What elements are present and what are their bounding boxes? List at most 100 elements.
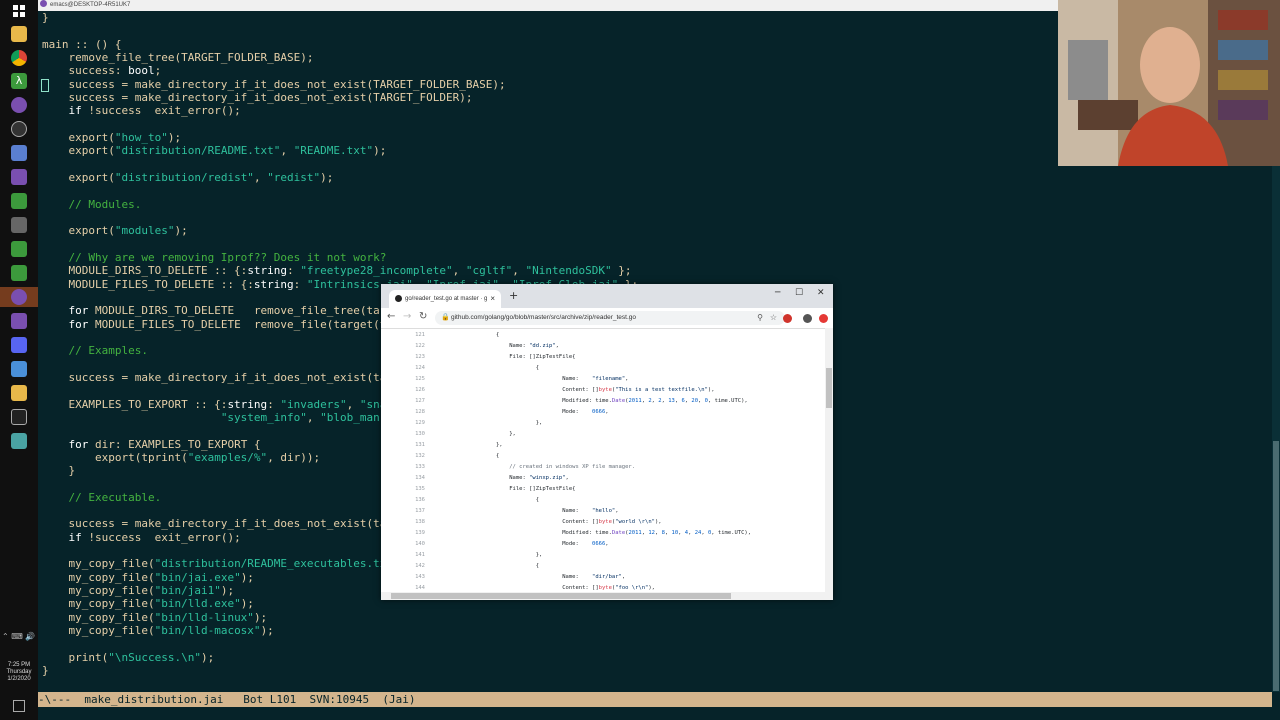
- github-code-token: {: [443, 497, 540, 503]
- bookmark-star-icon[interactable]: ☆: [770, 311, 777, 325]
- browser-scrollbar-thumb[interactable]: [826, 368, 832, 408]
- minimize-icon[interactable]: ─: [775, 288, 780, 298]
- windows-start-icon[interactable]: [11, 4, 27, 20]
- maximize-icon[interactable]: ☐: [795, 288, 803, 298]
- spreadsheet-icon[interactable]: [11, 265, 27, 281]
- line-number[interactable]: 143: [381, 572, 425, 583]
- github-code-token: Name:: [443, 343, 530, 349]
- browser-horizontal-scrollbar[interactable]: [381, 592, 825, 600]
- line-number[interactable]: 133: [381, 462, 425, 473]
- code-token: "cgltf": [465, 264, 513, 278]
- code-line: success = make_directory_if_it_does_not_…: [42, 78, 1142, 91]
- github-code-token: Name:: [443, 475, 530, 481]
- line-number[interactable]: 122: [381, 341, 425, 352]
- back-icon[interactable]: ←: [387, 311, 395, 322]
- github-code-row: 142 {: [381, 561, 539, 572]
- line-number[interactable]: 134: [381, 473, 425, 484]
- code-token: );: [240, 597, 254, 611]
- line-number[interactable]: 135: [381, 484, 425, 495]
- notification-icon[interactable]: [13, 700, 25, 712]
- line-number[interactable]: 126: [381, 385, 425, 396]
- update-icon[interactable]: [819, 314, 828, 323]
- github-code-row: 125 Name: "filename",: [381, 374, 628, 385]
- zoom-icon[interactable]: ⚲: [757, 311, 763, 325]
- discord-icon[interactable]: [11, 337, 27, 353]
- github-code-token: 0666: [592, 409, 606, 415]
- github-code-row: 139 Modified: time.Date(2011, 12, 8, 10,…: [381, 528, 751, 539]
- close-window-icon[interactable]: ✕: [817, 288, 825, 298]
- line-number[interactable]: 139: [381, 528, 425, 539]
- code-token: "how_to": [114, 130, 168, 144]
- code-token: );: [253, 610, 268, 624]
- terminal-icon[interactable]: [11, 241, 27, 257]
- file-explorer-icon[interactable]: [11, 26, 27, 42]
- code-token: "redist": [267, 170, 321, 184]
- code-line: success: bool;: [42, 64, 1142, 77]
- editor-scrollbar-thumb[interactable]: [1273, 441, 1279, 691]
- code-line: export("distribution/README.txt", "READM…: [42, 144, 1142, 157]
- profile-avatar[interactable]: [803, 314, 812, 323]
- line-number[interactable]: 138: [381, 517, 425, 528]
- code-token: if: [68, 530, 82, 544]
- window-app-icon[interactable]: [11, 409, 27, 425]
- line-number[interactable]: 137: [381, 506, 425, 517]
- line-number[interactable]: 130: [381, 429, 425, 440]
- line-number[interactable]: 142: [381, 561, 425, 572]
- line-number[interactable]: 144: [381, 583, 425, 590]
- new-tab-button[interactable]: +: [509, 289, 518, 302]
- tool-icon[interactable]: [11, 145, 27, 161]
- app-icon[interactable]: [11, 433, 27, 449]
- browser-scrollbar[interactable]: [825, 328, 833, 600]
- github-code-token: ,: [605, 541, 609, 547]
- github-code-token: ,: [555, 343, 559, 349]
- code-line: main :: () {: [42, 38, 1142, 51]
- chrome-window[interactable]: go/reader_test.go at master · gol × + ─ …: [381, 284, 833, 600]
- reload-icon[interactable]: ↻: [419, 311, 427, 322]
- code-token: // Executable.: [42, 490, 162, 504]
- cube-app-icon[interactable]: [11, 361, 27, 377]
- line-number[interactable]: 136: [381, 495, 425, 506]
- address-bar[interactable]: 🔒 github.com/golang/go/blob/master/src/a…: [435, 311, 785, 325]
- chrome-icon[interactable]: [11, 50, 27, 66]
- taskbar-clock[interactable]: 7:25 PM Thursday 1/2/2020: [0, 662, 38, 683]
- github-code-token: 0666: [592, 541, 606, 547]
- github-code-token: "dd.zip": [529, 343, 556, 349]
- line-number[interactable]: 141: [381, 550, 425, 561]
- obs-icon[interactable]: [11, 121, 27, 137]
- line-number[interactable]: 140: [381, 539, 425, 550]
- github-code-token: "dir/bar": [592, 574, 622, 580]
- emacs-active-icon[interactable]: [11, 289, 27, 305]
- github-code-token: ,: [621, 574, 626, 580]
- line-number[interactable]: 124: [381, 363, 425, 374]
- line-number[interactable]: 123: [381, 352, 425, 363]
- search-app-icon[interactable]: [11, 193, 27, 209]
- github-code-row: 137 Name: "hello",: [381, 506, 618, 517]
- line-number[interactable]: 128: [381, 407, 425, 418]
- visual-studio-2-icon[interactable]: [11, 313, 27, 329]
- line-number[interactable]: 131: [381, 440, 425, 451]
- github-code-token: Date: [611, 530, 626, 536]
- browser-horizontal-thumb[interactable]: [391, 593, 731, 599]
- lambda-app-icon[interactable]: λ: [11, 73, 27, 89]
- line-number[interactable]: 121: [381, 330, 425, 341]
- line-number[interactable]: 125: [381, 374, 425, 385]
- close-tab-icon[interactable]: ×: [490, 290, 495, 308]
- line-number[interactable]: 132: [381, 451, 425, 462]
- github-code-token: ,: [688, 530, 695, 536]
- forward-icon[interactable]: →: [403, 311, 411, 322]
- user-app-icon[interactable]: [11, 217, 27, 233]
- visual-studio-icon[interactable]: [11, 169, 27, 185]
- browser-tab[interactable]: go/reader_test.go at master · gol ×: [389, 290, 501, 308]
- github-code-token: Content:: [443, 585, 593, 590]
- extension-icon[interactable]: [783, 314, 792, 323]
- github-code-view[interactable]: 121 {122 Name: "dd.zip", 123 File: []ZipT…: [381, 328, 825, 590]
- line-number[interactable]: 127: [381, 396, 425, 407]
- paint-icon[interactable]: [11, 385, 27, 401]
- github-code-row: 141 },: [381, 550, 542, 561]
- github-code-token: Name:: [443, 508, 593, 514]
- code-token: success:: [42, 64, 129, 78]
- emacs-icon[interactable]: [11, 97, 27, 113]
- line-number[interactable]: 129: [381, 418, 425, 429]
